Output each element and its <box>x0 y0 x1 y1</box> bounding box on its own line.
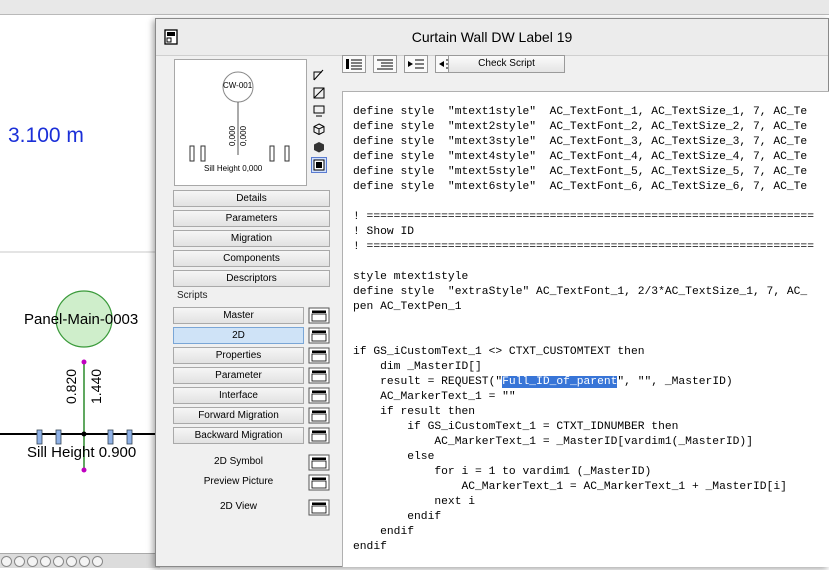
migration-button[interactable]: Migration <box>173 230 330 247</box>
details-button[interactable]: Details <box>173 190 330 207</box>
2d-symbol-label: 2D Symbol <box>214 456 263 467</box>
code-line[interactable]: endif <box>353 540 814 555</box>
fit-icon[interactable] <box>53 556 64 567</box>
zoom-in-icon[interactable] <box>14 556 25 567</box>
code-line[interactable]: ! ======================================… <box>353 240 814 255</box>
code-line[interactable]: endif <box>353 510 814 525</box>
code-line[interactable]: endif <box>353 525 814 540</box>
script-master-button[interactable]: Master <box>173 307 304 324</box>
open-window-icon[interactable] <box>308 307 330 324</box>
code-line[interactable]: define style "mtext4style" AC_TextFont_4… <box>353 150 814 165</box>
open-window-icon[interactable] <box>308 367 330 384</box>
gdl-object-dialog: Curtain Wall DW Label 19 CW-001 0,000 0,… <box>155 18 829 567</box>
code-line[interactable]: for i = 1 to vardim1 (_MasterID) <box>353 465 814 480</box>
code-line[interactable]: if GS_iCustomText_1 <> CTXT_CUSTOMTEXT t… <box>353 345 814 360</box>
2d-view-label: 2D View <box>219 501 258 512</box>
open-window-icon[interactable] <box>308 347 330 364</box>
preview-tool-strip <box>311 67 329 175</box>
code-line[interactable]: define style "mtext2style" AC_TextFont_2… <box>353 120 814 135</box>
preview-value-a: 0,000 <box>228 125 237 146</box>
code-line[interactable]: define style "mtext1style" AC_TextFont_1… <box>353 105 814 120</box>
indent-icon <box>408 59 424 69</box>
preview-sill: Sill Height 0,000 <box>204 164 263 173</box>
navigator-icon[interactable] <box>79 556 90 567</box>
dim-right-text: 1.440 <box>88 368 104 404</box>
open-window-icon[interactable] <box>308 474 330 491</box>
script-properties-button[interactable]: Properties <box>173 347 304 364</box>
code-line[interactable] <box>353 330 814 345</box>
select-tool-icon[interactable] <box>311 85 327 101</box>
open-window-icon[interactable] <box>308 327 330 344</box>
code-line[interactable]: next i <box>353 495 814 510</box>
code-line[interactable]: define style "extraStyle" AC_TextFont_1,… <box>353 285 814 300</box>
code-line[interactable]: AC_MarkerText_1 = "" <box>353 390 814 405</box>
code-line[interactable] <box>353 315 814 330</box>
script-interface-button[interactable]: Interface <box>173 387 304 404</box>
open-window-icon[interactable] <box>308 407 330 424</box>
script-code[interactable]: define style "mtext1style" AC_TextFont_1… <box>353 105 814 555</box>
code-line[interactable]: define style "mtext3style" AC_TextFont_3… <box>353 135 814 150</box>
dialog-titlebar[interactable]: Curtain Wall DW Label 19 <box>156 19 828 56</box>
preview-picture-label: Preview Picture <box>203 476 274 487</box>
code-line[interactable] <box>353 255 814 270</box>
sill-height-label: Sill Height 0.900 <box>27 444 137 461</box>
format-lines-button[interactable] <box>373 55 397 73</box>
editor-toolbar <box>342 55 828 79</box>
cube-outline-icon[interactable] <box>311 121 327 137</box>
toggle-linenumbers-button[interactable] <box>342 55 366 73</box>
film-icon[interactable] <box>311 157 327 173</box>
code-line[interactable]: AC_MarkerText_1 = AC_MarkerText_1 + _Mas… <box>353 480 814 495</box>
open-window-icon[interactable] <box>308 387 330 404</box>
code-line[interactable]: style mtext1style <box>353 270 814 285</box>
code-line[interactable]: pen AC_TextPen_1 <box>353 300 814 315</box>
code-line[interactable]: dim _MasterID[] <box>353 360 814 375</box>
script-2d-button[interactable]: 2D <box>173 327 304 344</box>
preview-value-b: 0,000 <box>239 125 248 146</box>
code-line[interactable]: else <box>353 450 814 465</box>
dialog-title: Curtain Wall DW Label 19 <box>411 29 573 45</box>
code-line[interactable]: define style "mtext6style" AC_TextFont_6… <box>353 180 814 195</box>
settings-icon[interactable] <box>92 556 103 567</box>
pan-icon[interactable] <box>40 556 51 567</box>
orbit-icon[interactable] <box>66 556 77 567</box>
open-window-icon[interactable] <box>308 454 330 471</box>
components-button[interactable]: Components <box>173 250 330 267</box>
zoom-icon[interactable] <box>1 556 12 567</box>
open-window-icon[interactable] <box>308 499 330 516</box>
scripts-label: Scripts <box>177 290 208 301</box>
open-window-icon[interactable] <box>308 427 330 444</box>
parameters-button[interactable]: Parameters <box>173 210 330 227</box>
dimension-text: 3.100 m <box>8 124 84 147</box>
indent-button[interactable] <box>404 55 428 73</box>
code-line[interactable]: result = REQUEST("Full_ID_of_parent", ""… <box>353 375 814 390</box>
code-line[interactable]: define style "mtext5style" AC_TextFont_5… <box>353 165 814 180</box>
canvas-statusbar <box>0 553 160 568</box>
zoom-out-icon[interactable] <box>27 556 38 567</box>
code-line[interactable]: if result then <box>353 405 814 420</box>
numbered-list-icon <box>377 59 393 70</box>
check-script-button[interactable]: Check Script <box>448 55 565 73</box>
cube-solid-icon[interactable] <box>311 139 327 155</box>
object-preview: CW-001 0,000 0,000 Sill Height 0,000 <box>174 59 307 186</box>
script-backward-migration-button[interactable]: Backward Migration <box>173 427 304 444</box>
preview-id: CW-001 <box>223 81 253 90</box>
draw-tool-icon[interactable] <box>311 67 327 83</box>
selected-text[interactable]: Full_ID_of_parent <box>502 376 618 388</box>
code-line[interactable]: ! ======================================… <box>353 210 814 225</box>
script-editor[interactable]: define style "mtext1style" AC_TextFont_1… <box>342 91 829 567</box>
descriptors-button[interactable]: Descriptors <box>173 270 330 287</box>
list-icon <box>346 59 362 70</box>
panel-label: Panel-Main-0003 <box>24 311 139 328</box>
dim-left-text: 0.820 <box>63 368 79 404</box>
code-line[interactable]: ! Show ID <box>353 225 814 240</box>
script-forward-migration-button[interactable]: Forward Migration <box>173 407 304 424</box>
script-parameter-button[interactable]: Parameter <box>173 367 304 384</box>
code-line[interactable]: AC_MarkerText_1 = _MasterID[vardim1(_Mas… <box>353 435 814 450</box>
code-line[interactable] <box>353 195 814 210</box>
monitor-icon[interactable] <box>311 103 327 119</box>
code-line[interactable]: if GS_iCustomText_1 = CTXT_IDNUMBER then <box>353 420 814 435</box>
